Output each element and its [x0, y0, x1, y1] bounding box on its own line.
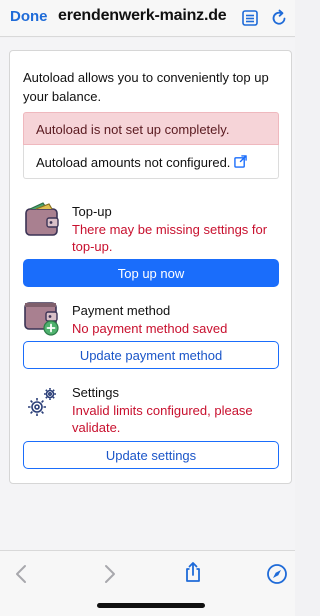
browser-top-bar: Done erendenwerk-mainz.de — [0, 0, 295, 37]
autoload-card: Autoload allows you to conveniently top … — [9, 50, 292, 484]
reader-mode-icon[interactable] — [240, 8, 260, 28]
update-payment-method-button[interactable]: Update payment method — [23, 341, 279, 369]
home-indicator — [97, 603, 205, 608]
share-icon[interactable] — [182, 561, 204, 583]
autoload-intro: Autoload allows you to conveniently top … — [23, 70, 269, 104]
reload-icon[interactable] — [269, 8, 289, 28]
external-link-icon[interactable] — [234, 155, 248, 168]
back-icon[interactable] — [11, 563, 33, 585]
payment-method-warning: No payment method saved — [72, 321, 228, 336]
topup-title: Top-up — [72, 204, 112, 219]
compass-icon[interactable] — [266, 563, 288, 585]
update-settings-button[interactable]: Update settings — [23, 441, 279, 469]
settings-title: Settings — [72, 385, 119, 400]
amounts-not-configured-alert[interactable]: Autoload amounts not configured. — [23, 145, 279, 179]
topup-warning: There may be missing settings for top-up… — [72, 222, 268, 254]
gears-icon — [23, 383, 61, 421]
setup-incomplete-text: Autoload is not set up completely. — [36, 122, 230, 137]
url-display[interactable]: erendenwerk-mainz.de — [58, 7, 232, 25]
top-up-now-button[interactable]: Top up now — [23, 259, 279, 287]
wallet-icon — [23, 201, 61, 239]
forward-icon[interactable] — [98, 563, 120, 585]
page-content: Autoload allows you to conveniently top … — [0, 38, 295, 550]
amounts-not-configured-text[interactable]: Autoload amounts not configured. — [36, 155, 230, 170]
settings-warning: Invalid limits configured, please valida… — [72, 403, 253, 435]
wallet-add-icon — [23, 299, 61, 337]
setup-incomplete-alert: Autoload is not set up completely. — [23, 112, 279, 145]
done-button[interactable]: Done — [10, 8, 48, 25]
payment-method-title: Payment method — [72, 303, 171, 318]
